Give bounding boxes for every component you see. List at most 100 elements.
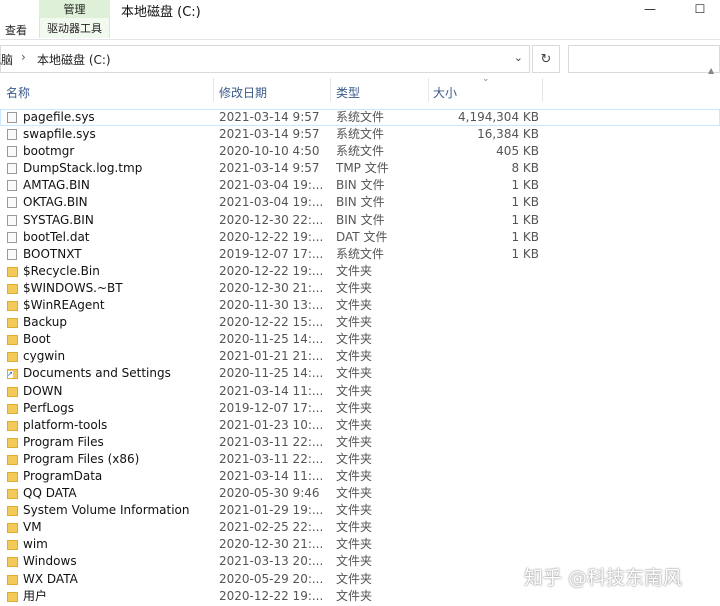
file-name: OKTAG.BIN bbox=[23, 195, 88, 210]
file-row[interactable]: QQ DATA 2020-05-30 9:46 文件夹 bbox=[0, 485, 720, 502]
file-type: 文件夹 bbox=[336, 486, 373, 501]
file-name: BOOTNXT bbox=[23, 246, 82, 261]
folder-icon bbox=[7, 523, 18, 534]
file-type: 系统文件 bbox=[336, 110, 385, 124]
file-name: $WinREAgent bbox=[23, 298, 105, 313]
file-size: 1 KB bbox=[511, 229, 539, 244]
file-date: 2021-03-14 9:57 bbox=[219, 127, 320, 142]
file-row[interactable]: cygwin 2021-01-21 21:... 文件夹 bbox=[0, 348, 720, 365]
folder-icon bbox=[7, 506, 18, 517]
file-icon bbox=[7, 197, 17, 209]
file-type: BIN 文件 bbox=[336, 195, 385, 210]
manage-context-tab[interactable]: 管理 bbox=[39, 0, 110, 18]
file-row[interactable]: platform-tools 2021-01-23 10:... 文件夹 bbox=[0, 417, 720, 434]
file-row[interactable]: Backup 2020-12-22 15:... 文件夹 bbox=[0, 314, 720, 331]
column-header-date[interactable]: 修改日期 bbox=[219, 83, 267, 103]
file-date: 2021-02-25 22:... bbox=[219, 520, 324, 535]
folder-icon bbox=[7, 591, 18, 602]
column-divider[interactable] bbox=[428, 78, 429, 102]
file-name: $Recycle.Bin bbox=[23, 263, 100, 278]
file-type: 文件夹 bbox=[336, 451, 373, 466]
file-row[interactable]: bootTel.dat 2020-12-22 19:... DAT 文件 1 KB bbox=[0, 229, 720, 246]
file-row[interactable]: 用户 2020-12-22 19:... 文件夹 bbox=[0, 588, 720, 605]
file-row[interactable]: Documents and Settings 2020-11-25 14:... 文… bbox=[0, 365, 720, 382]
file-name: Backup bbox=[23, 315, 67, 330]
file-date: 2020-12-30 21:... bbox=[219, 537, 324, 552]
file-row[interactable]: PerfLogs 2019-12-07 17:... 文件夹 bbox=[0, 400, 720, 417]
file-row[interactable]: pagefile.sys 2021-03-14 9:57 系统文件 4,194,304… bbox=[0, 109, 720, 127]
breadcrumb-current[interactable]: 本地磁盘 (C:) bbox=[37, 51, 111, 68]
file-row[interactable]: $Recycle.Bin 2020-12-22 19:... 文件夹 bbox=[0, 263, 720, 280]
column-divider[interactable] bbox=[213, 78, 214, 102]
file-row[interactable]: DOWN 2021-03-14 11:... 文件夹 bbox=[0, 383, 720, 400]
file-date: 2021-03-14 11:... bbox=[219, 468, 324, 483]
file-row[interactable]: System Volume Information 2021-01-29 19:.… bbox=[0, 502, 720, 519]
folder-shortcut-icon bbox=[7, 369, 18, 380]
file-size: 1 KB bbox=[511, 178, 539, 193]
chevron-right-icon[interactable]: › bbox=[21, 50, 26, 64]
file-row[interactable]: SYSTAG.BIN 2020-12-30 22:... BIN 文件 1 KB bbox=[0, 212, 720, 229]
file-size: 1 KB bbox=[511, 212, 539, 227]
file-size: 8 KB bbox=[511, 161, 539, 176]
file-list: pagefile.sys 2021-03-14 9:57 系统文件 4,194,304… bbox=[0, 109, 720, 605]
column-divider[interactable] bbox=[542, 78, 543, 102]
file-row[interactable]: swapfile.sys 2021-03-14 9:57 系统文件 16,384 KB bbox=[0, 126, 720, 143]
file-name: PerfLogs bbox=[23, 400, 75, 415]
file-type: 文件夹 bbox=[336, 349, 373, 364]
file-name: DOWN bbox=[23, 383, 63, 398]
column-header-size[interactable]: 大小 bbox=[433, 83, 457, 103]
file-date: 2021-01-29 19:... bbox=[219, 503, 324, 518]
file-type: DAT 文件 bbox=[336, 229, 388, 244]
file-row[interactable]: VM 2021-02-25 22:... 文件夹 bbox=[0, 519, 720, 536]
file-date: 2021-01-21 21:... bbox=[219, 349, 324, 364]
file-date: 2020-05-30 9:46 bbox=[219, 486, 320, 501]
column-header-name[interactable]: 名称 bbox=[6, 83, 30, 103]
file-row[interactable]: Program Files (x86) 2021-03-11 22:... 文件夹 bbox=[0, 451, 720, 468]
file-date: 2020-10-10 4:50 bbox=[219, 144, 320, 159]
file-size: 1 KB bbox=[511, 195, 539, 210]
file-row[interactable]: DumpStack.log.tmp 2021-03-14 9:57 TMP 文件 8 … bbox=[0, 160, 720, 177]
breadcrumb-prev[interactable]: 电脑 bbox=[0, 51, 13, 68]
file-name: $WINDOWS.~BT bbox=[23, 280, 123, 295]
file-type: 文件夹 bbox=[336, 315, 373, 330]
file-row[interactable]: OKTAG.BIN 2021-03-04 19:... BIN 文件 1 KB bbox=[0, 194, 720, 211]
chevron-down-icon[interactable]: ⌄ bbox=[514, 51, 523, 64]
file-row[interactable]: Program Files 2021-03-11 22:... 文件夹 bbox=[0, 434, 720, 451]
drive-tools-tab[interactable]: 驱动器工具 bbox=[39, 18, 110, 38]
file-icon bbox=[7, 146, 17, 158]
file-icon bbox=[7, 180, 17, 192]
folder-icon bbox=[7, 301, 18, 312]
column-header-type[interactable]: 类型 bbox=[336, 83, 360, 103]
file-type: 文件夹 bbox=[336, 468, 373, 483]
search-input[interactable] bbox=[568, 45, 720, 73]
file-row[interactable]: AMTAG.BIN 2021-03-04 19:... BIN 文件 1 KB bbox=[0, 177, 720, 194]
file-type: 文件夹 bbox=[336, 280, 373, 295]
file-date: 2019-12-07 17:... bbox=[219, 400, 324, 415]
folder-icon bbox=[7, 283, 18, 294]
maximize-button[interactable]: ☐ bbox=[686, 0, 714, 18]
file-type: 文件夹 bbox=[336, 400, 373, 415]
watermark: 知乎 @科技东南风 bbox=[524, 567, 683, 589]
file-row[interactable]: wim 2020-12-30 21:... 文件夹 bbox=[0, 536, 720, 553]
scroll-up-icon[interactable]: ▲ bbox=[708, 66, 714, 75]
file-row[interactable]: ProgramData 2021-03-14 11:... 文件夹 bbox=[0, 468, 720, 485]
column-divider[interactable] bbox=[330, 78, 331, 102]
folder-icon bbox=[7, 471, 18, 482]
folder-icon bbox=[7, 489, 18, 500]
file-date: 2019-12-07 17:... bbox=[219, 246, 324, 261]
folder-icon bbox=[7, 557, 18, 568]
file-icon bbox=[7, 231, 17, 243]
file-type: 文件夹 bbox=[336, 383, 373, 398]
file-row[interactable]: $WinREAgent 2020-11-30 13:... 文件夹 bbox=[0, 297, 720, 314]
file-name: QQ DATA bbox=[23, 486, 77, 501]
address-bar[interactable]: 电脑 › 本地磁盘 (C:) ⌄ bbox=[0, 45, 530, 73]
view-tab[interactable]: 查看 bbox=[5, 22, 27, 38]
file-row[interactable]: $WINDOWS.~BT 2020-12-30 21:... 文件夹 bbox=[0, 280, 720, 297]
minimize-button[interactable]: — bbox=[636, 0, 664, 18]
file-row[interactable]: BOOTNXT 2019-12-07 17:... 系统文件 1 KB bbox=[0, 246, 720, 263]
refresh-button[interactable]: ↻ bbox=[532, 45, 560, 73]
file-type: 文件夹 bbox=[336, 263, 373, 278]
file-row[interactable]: Boot 2020-11-25 14:... 文件夹 bbox=[0, 331, 720, 348]
file-row[interactable]: bootmgr 2020-10-10 4:50 系统文件 405 KB bbox=[0, 143, 720, 160]
ribbon-divider bbox=[0, 39, 720, 40]
